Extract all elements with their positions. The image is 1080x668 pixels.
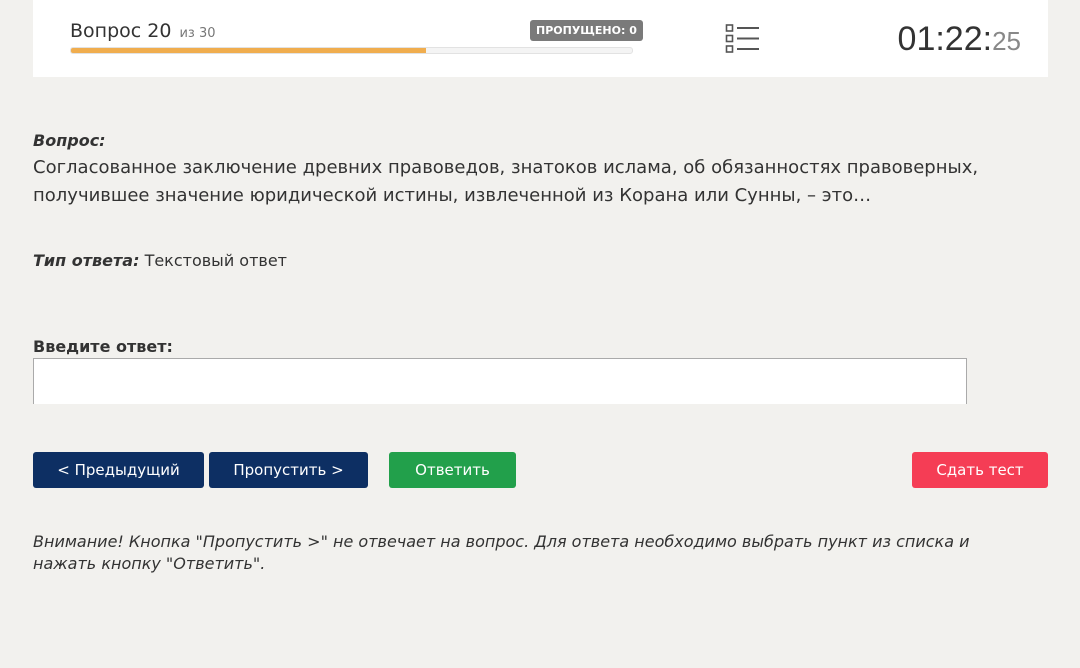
question-list-icon[interactable] [725, 23, 761, 54]
submit-test-button[interactable]: Сдать тест [912, 452, 1048, 488]
answer-button[interactable]: Ответить [389, 452, 516, 488]
skip-notice: Внимание! Кнопка "Пропустить >" не отвеч… [33, 532, 970, 573]
skip-button[interactable]: Пропустить > [209, 452, 368, 488]
answer-input[interactable] [33, 358, 967, 404]
timer-seconds: 25 [992, 26, 1021, 56]
answer-type-label: Тип ответа: [33, 251, 140, 270]
countdown-timer: 01:22:25 [898, 20, 1021, 59]
progress-bar [70, 47, 633, 54]
question-counter: Вопрос 20 из 30 [70, 20, 216, 42]
answer-type-value: Текстовый ответ [144, 251, 287, 270]
question-number: Вопрос 20 [70, 20, 172, 42]
test-header: Вопрос 20 из 30 ПРОПУЩЕНО: 0 01:22:25 [33, 0, 1048, 77]
progress-bar-fill [71, 48, 427, 53]
answer-type: Тип ответа: Текстовый ответ [33, 251, 287, 270]
question-label: Вопрос: [33, 131, 106, 150]
timer-main: 01:22: [897, 20, 993, 58]
previous-button[interactable]: < Предыдущий [33, 452, 204, 488]
question-text: Согласованное заключение древних правове… [33, 157, 979, 206]
answer-input-label: Введите ответ: [33, 337, 173, 356]
skipped-badge: ПРОПУЩЕНО: 0 [530, 20, 643, 41]
question-total: из 30 [179, 26, 216, 41]
